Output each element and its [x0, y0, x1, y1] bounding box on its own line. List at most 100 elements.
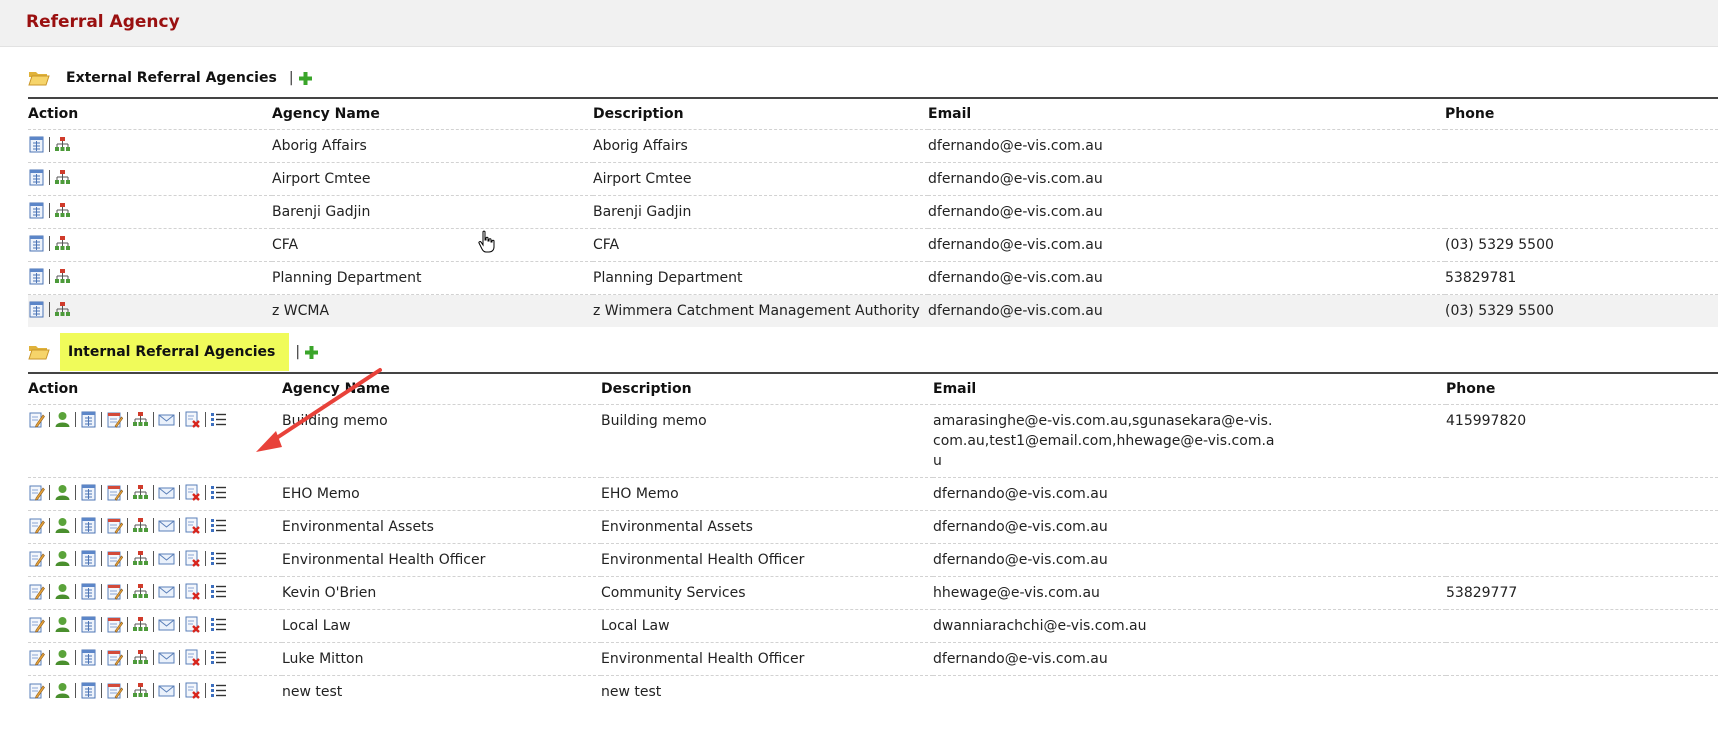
- list-icon[interactable]: [210, 484, 227, 501]
- details-icon[interactable]: [28, 268, 45, 285]
- user-icon[interactable]: [54, 649, 71, 666]
- details-icon[interactable]: [28, 235, 45, 252]
- delete-icon[interactable]: [184, 517, 201, 534]
- delete-icon[interactable]: [184, 583, 201, 600]
- table-row[interactable]: Luke Mitton Environmental Health Officer d…: [28, 642, 1718, 676]
- hierarchy-icon[interactable]: [54, 301, 71, 318]
- email-icon[interactable]: [158, 649, 175, 666]
- details-icon[interactable]: [28, 202, 45, 219]
- edit-form-icon[interactable]: [106, 583, 123, 600]
- details-icon[interactable]: [28, 136, 45, 153]
- user-icon[interactable]: [54, 550, 71, 567]
- list-icon[interactable]: [210, 550, 227, 567]
- table-row[interactable]: Aborig Affairs Aborig Affairs dfernando@e-…: [28, 129, 1718, 163]
- user-icon[interactable]: [54, 517, 71, 534]
- edit-icon[interactable]: [28, 616, 45, 633]
- description-text: Aborig Affairs: [593, 138, 688, 154]
- action-icons: [28, 229, 272, 252]
- table-row[interactable]: z WCMA z Wimmera Catchment Management Aut…: [28, 294, 1718, 327]
- table-row[interactable]: Planning Department Planning Department df…: [28, 261, 1718, 295]
- description-text: Planning Department: [593, 270, 743, 286]
- hierarchy-icon[interactable]: [54, 235, 71, 252]
- list-icon[interactable]: [210, 649, 227, 666]
- details-icon[interactable]: [80, 649, 97, 666]
- hierarchy-icon[interactable]: [54, 169, 71, 186]
- delete-icon[interactable]: [184, 484, 201, 501]
- details-icon[interactable]: [80, 411, 97, 428]
- details-icon[interactable]: [28, 301, 45, 318]
- table-row[interactable]: new test new test: [28, 675, 1718, 708]
- add-external-agency-plus-icon[interactable]: [298, 71, 313, 86]
- delete-icon[interactable]: [184, 682, 201, 699]
- list-icon[interactable]: [210, 411, 227, 428]
- hierarchy-icon[interactable]: [132, 484, 149, 501]
- delete-icon[interactable]: [184, 649, 201, 666]
- email-icon[interactable]: [158, 583, 175, 600]
- email-icon[interactable]: [158, 484, 175, 501]
- user-icon[interactable]: [54, 616, 71, 633]
- edit-form-icon[interactable]: [106, 682, 123, 699]
- user-icon[interactable]: [54, 484, 71, 501]
- table-row[interactable]: Barenji Gadjin Barenji Gadjin dfernando@e-…: [28, 195, 1718, 229]
- hierarchy-icon[interactable]: [132, 616, 149, 633]
- delete-icon[interactable]: [184, 616, 201, 633]
- list-icon[interactable]: [210, 616, 227, 633]
- agency-name-text: Kevin O'Brien: [282, 585, 377, 601]
- edit-form-icon[interactable]: [106, 550, 123, 567]
- details-icon[interactable]: [80, 616, 97, 633]
- hierarchy-icon[interactable]: [54, 268, 71, 285]
- phone-text: 53829777: [1446, 585, 1518, 601]
- phone-text: [1446, 610, 1718, 622]
- edit-icon[interactable]: [28, 484, 45, 501]
- hierarchy-icon[interactable]: [132, 411, 149, 428]
- details-icon[interactable]: [80, 550, 97, 567]
- edit-form-icon[interactable]: [106, 616, 123, 633]
- user-icon[interactable]: [54, 583, 71, 600]
- details-icon[interactable]: [28, 169, 45, 186]
- list-icon[interactable]: [210, 583, 227, 600]
- hierarchy-icon[interactable]: [132, 517, 149, 534]
- list-icon[interactable]: [210, 517, 227, 534]
- details-icon[interactable]: [80, 682, 97, 699]
- delete-icon[interactable]: [184, 411, 201, 428]
- email-icon[interactable]: [158, 682, 175, 699]
- email-icon[interactable]: [158, 517, 175, 534]
- edit-form-icon[interactable]: [106, 649, 123, 666]
- edit-icon[interactable]: [28, 649, 45, 666]
- separator: [49, 170, 50, 185]
- edit-icon[interactable]: [28, 550, 45, 567]
- table-row[interactable]: Kevin O'Brien Community Services hhewage@e…: [28, 576, 1718, 610]
- edit-form-icon[interactable]: [106, 517, 123, 534]
- user-icon[interactable]: [54, 682, 71, 699]
- edit-icon[interactable]: [28, 583, 45, 600]
- hierarchy-icon[interactable]: [54, 202, 71, 219]
- add-internal-agency-plus-icon[interactable]: [304, 345, 319, 360]
- edit-icon[interactable]: [28, 517, 45, 534]
- table-row[interactable]: EHO Memo EHO Memo dfernando@e-vis.com.au: [28, 477, 1718, 511]
- hierarchy-icon[interactable]: [132, 583, 149, 600]
- edit-icon[interactable]: [28, 682, 45, 699]
- email-icon[interactable]: [158, 616, 175, 633]
- table-row[interactable]: CFA CFA dfernando@e-vis.com.au (03) 5329 55…: [28, 228, 1718, 262]
- hierarchy-icon[interactable]: [54, 136, 71, 153]
- table-row[interactable]: Building memo Building memo amarasinghe@e-…: [28, 404, 1718, 478]
- details-icon[interactable]: [80, 484, 97, 501]
- table-row[interactable]: Airport Cmtee Airport Cmtee dfernando@e-vi…: [28, 162, 1718, 196]
- description-cell: Aborig Affairs: [593, 129, 928, 163]
- hierarchy-icon[interactable]: [132, 682, 149, 699]
- hierarchy-icon[interactable]: [132, 550, 149, 567]
- edit-icon[interactable]: [28, 411, 45, 428]
- table-row[interactable]: Local Law Local Law dwanniarachchi@e-vis.c…: [28, 609, 1718, 643]
- hierarchy-icon[interactable]: [132, 649, 149, 666]
- email-icon[interactable]: [158, 550, 175, 567]
- table-row[interactable]: Environmental Health Officer Environmenta…: [28, 543, 1718, 577]
- email-icon[interactable]: [158, 411, 175, 428]
- table-row[interactable]: Environmental Assets Environmental Assets…: [28, 510, 1718, 544]
- delete-icon[interactable]: [184, 550, 201, 567]
- details-icon[interactable]: [80, 583, 97, 600]
- edit-form-icon[interactable]: [106, 484, 123, 501]
- user-icon[interactable]: [54, 411, 71, 428]
- details-icon[interactable]: [80, 517, 97, 534]
- edit-form-icon[interactable]: [106, 411, 123, 428]
- list-icon[interactable]: [210, 682, 227, 699]
